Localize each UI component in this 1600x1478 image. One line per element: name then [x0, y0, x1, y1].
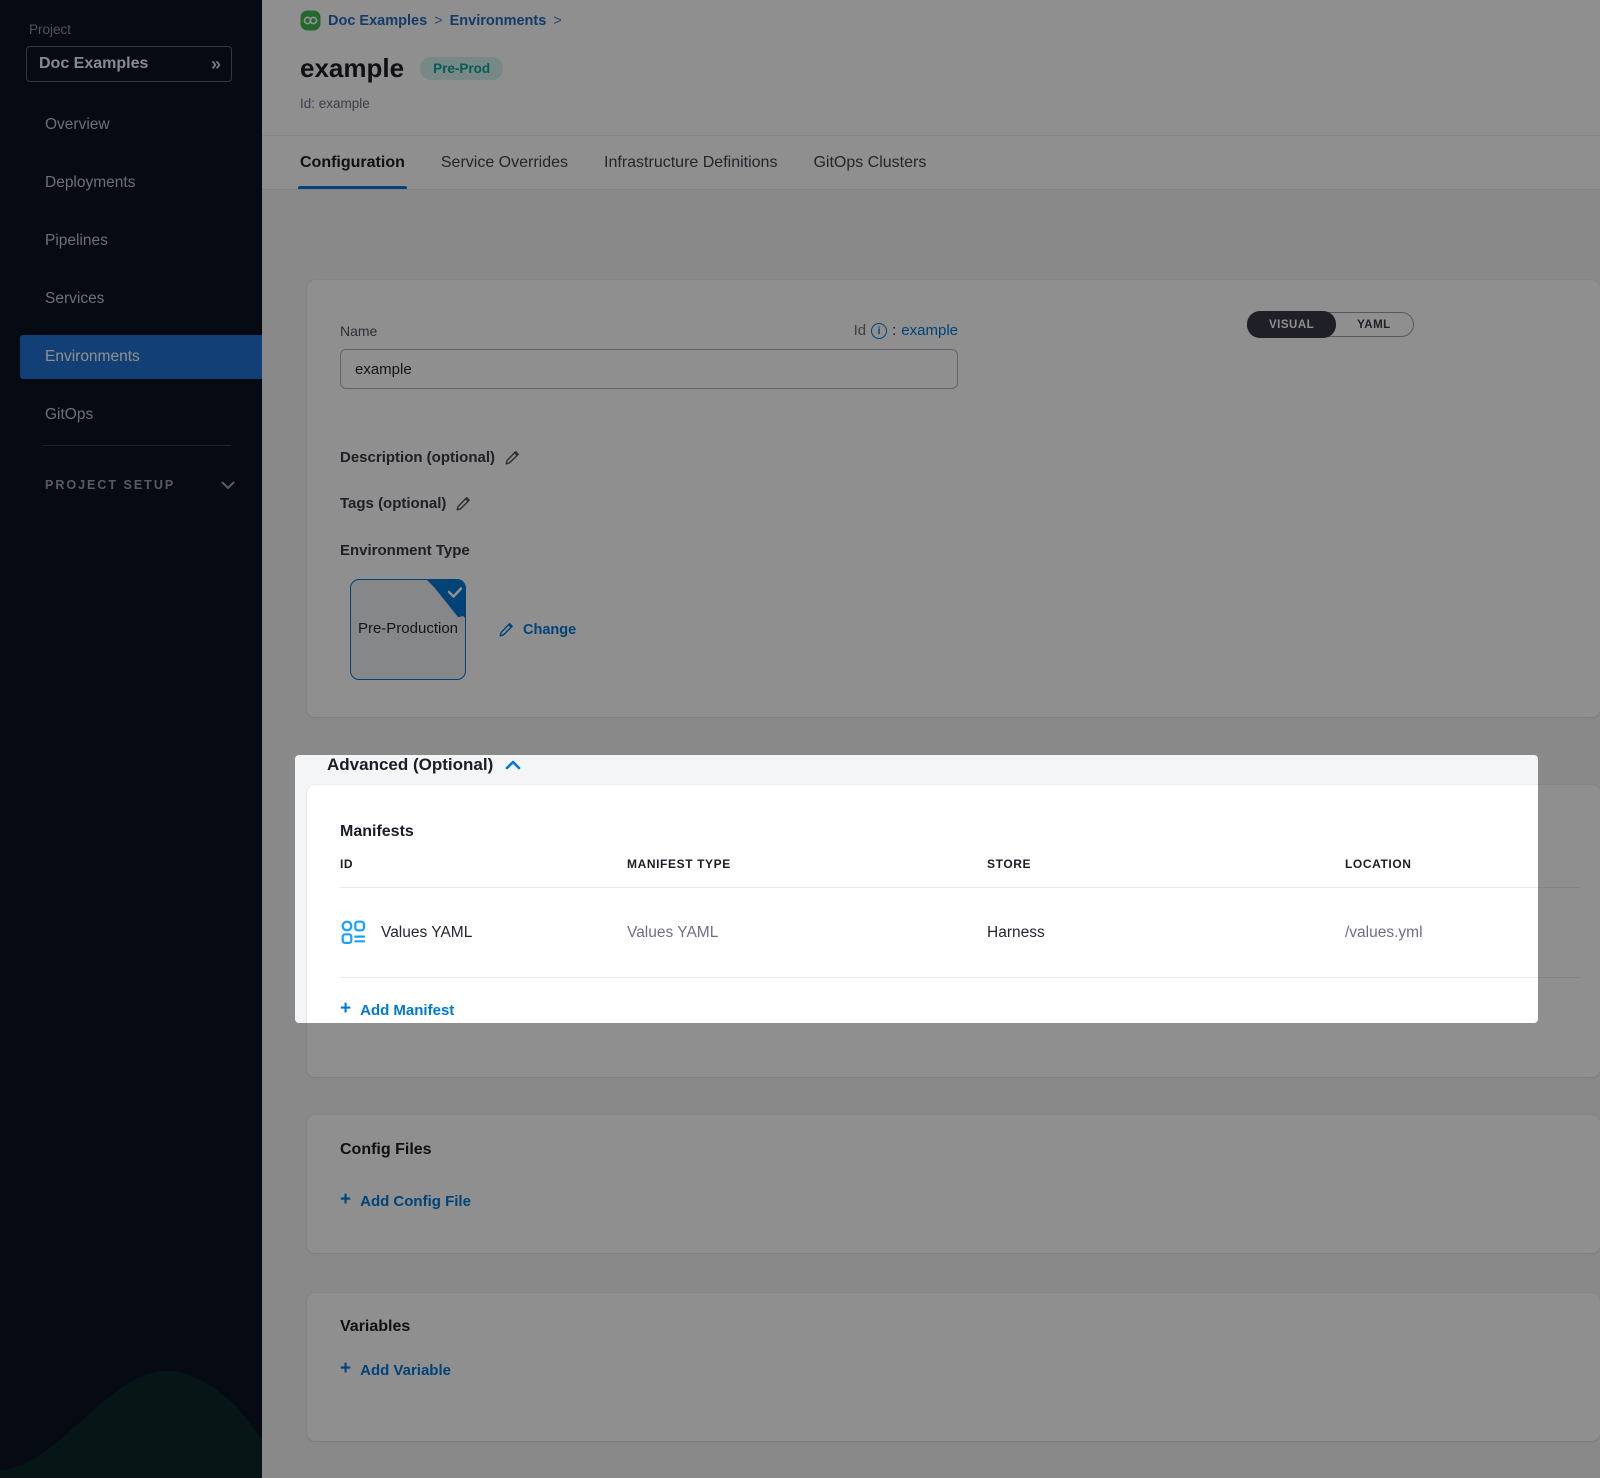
sidebar-item-pipelines[interactable]: Pipelines — [0, 219, 262, 263]
sidebar-item-overview[interactable]: Overview — [0, 103, 262, 147]
manifests-title: Manifests — [340, 823, 1600, 841]
variables-title: Variables — [340, 1318, 1600, 1336]
manifest-id-text: Values YAML — [381, 924, 472, 942]
title-row: example Pre-Prod — [300, 53, 1600, 84]
values-yaml-icon — [340, 919, 367, 946]
project-setup-toggle[interactable]: PROJECT SETUP — [45, 478, 235, 492]
tags-label: Tags (optional) — [340, 495, 446, 512]
breadcrumb-separator: > — [553, 13, 561, 29]
entity-id: Id: example — [300, 96, 1600, 111]
plus-icon: + — [340, 1358, 351, 1380]
double-chevron-icon: » — [211, 54, 219, 75]
info-icon[interactable]: i — [871, 323, 887, 339]
selected-check-icon — [426, 579, 466, 619]
sidebar: Project Doc Examples » Overview Deployme… — [0, 0, 262, 1478]
manifest-id-cell[interactable]: Values YAML — [340, 919, 627, 946]
description-row[interactable]: Description (optional) — [340, 449, 1600, 466]
id-inline: Id i : example — [854, 322, 958, 339]
id-colon: : — [892, 322, 896, 339]
chevron-up-icon — [505, 760, 521, 770]
advanced-title: Advanced (Optional) — [327, 755, 493, 775]
config-files-card: Config Files + Add Config File — [307, 1115, 1600, 1253]
breadcrumb: Doc Examples > Environments > — [300, 10, 1600, 31]
sidebar-item-gitops[interactable]: GitOps — [0, 393, 262, 437]
edit-pencil-icon[interactable] — [504, 449, 521, 466]
name-input[interactable] — [340, 349, 958, 389]
content-area: VISUAL YAML Name Id i : example Descript… — [262, 280, 1600, 1478]
manifests-card: Manifests ID MANIFEST TYPE STORE LOCATIO… — [307, 785, 1600, 1077]
manifest-type-cell[interactable]: Values YAML — [627, 924, 987, 942]
sidebar-wave-decoration — [0, 1318, 262, 1478]
add-manifest-label: Add Manifest — [360, 1002, 454, 1019]
tab-configuration[interactable]: Configuration — [300, 136, 405, 189]
add-variable-label: Add Variable — [360, 1362, 451, 1379]
tab-infrastructure-definitions[interactable]: Infrastructure Definitions — [604, 136, 777, 189]
breadcrumb-environments[interactable]: Environments — [450, 13, 547, 29]
tags-row[interactable]: Tags (optional) — [340, 495, 1600, 512]
project-label: Project — [29, 22, 71, 37]
sidebar-nav: Overview Deployments Pipelines Services … — [0, 103, 262, 437]
page-header: Doc Examples > Environments > example Pr… — [262, 0, 1600, 135]
col-store: STORE — [987, 857, 1345, 871]
manifests-table-header: ID MANIFEST TYPE STORE LOCATION — [340, 857, 1600, 871]
project-icon — [300, 10, 321, 31]
description-label: Description (optional) — [340, 449, 495, 466]
tab-service-overrides[interactable]: Service Overrides — [441, 136, 568, 189]
col-id: ID — [340, 857, 627, 871]
add-manifest-button[interactable]: + Add Manifest — [340, 1000, 1600, 1020]
col-manifest-type: MANIFEST TYPE — [627, 857, 987, 871]
id-word: Id — [854, 322, 867, 339]
environment-type-label: Environment Type — [340, 542, 1600, 559]
name-label: Name — [340, 323, 377, 339]
project-name: Doc Examples — [39, 55, 148, 73]
advanced-section-toggle[interactable]: Advanced (Optional) — [327, 755, 1600, 775]
sidebar-item-environments[interactable]: Environments — [20, 335, 262, 379]
manifest-store-cell: Harness — [987, 924, 1345, 942]
manifest-table-row[interactable]: Values YAML Values YAML Harness /values.… — [340, 888, 1600, 977]
env-type-card-preproduction[interactable]: Pre-Production — [350, 579, 466, 680]
add-config-file-button[interactable]: + Add Config File — [340, 1191, 1600, 1211]
table-divider — [340, 977, 1580, 978]
environment-form-card: Name Id i : example Description (optiona… — [307, 280, 1600, 717]
breadcrumb-project[interactable]: Doc Examples — [328, 13, 427, 29]
sidebar-item-services[interactable]: Services — [0, 277, 262, 321]
config-files-title: Config Files — [340, 1141, 1600, 1159]
project-setup-label: PROJECT SETUP — [45, 478, 175, 492]
add-variable-button[interactable]: + Add Variable — [340, 1360, 1600, 1380]
id-value-link[interactable]: example — [901, 322, 958, 339]
env-type-badge: Pre-Prod — [420, 57, 503, 80]
breadcrumb-separator: > — [434, 13, 442, 29]
edit-pencil-icon[interactable] — [455, 495, 472, 512]
main-area: Doc Examples > Environments > example Pr… — [262, 0, 1600, 1478]
edit-pencil-icon — [498, 621, 515, 638]
variables-card: Variables + Add Variable — [307, 1293, 1600, 1441]
project-selector[interactable]: Doc Examples » — [26, 46, 232, 82]
chevron-down-icon — [221, 481, 235, 490]
env-type-card-label: Pre-Production — [358, 618, 458, 641]
name-row: Name Id i : example — [340, 322, 958, 339]
toggle-visual[interactable]: VISUAL — [1247, 311, 1336, 338]
tab-bar: Configuration Service Overrides Infrastr… — [262, 135, 1600, 190]
app-root: Project Doc Examples » Overview Deployme… — [0, 0, 1600, 1478]
visual-yaml-toggle: VISUAL YAML — [1247, 312, 1414, 337]
col-location: LOCATION — [1345, 857, 1600, 871]
sidebar-item-deployments[interactable]: Deployments — [0, 161, 262, 205]
environment-type-row: Pre-Production Change — [350, 579, 1600, 680]
plus-icon: + — [340, 1189, 351, 1211]
change-env-type-link[interactable]: Change — [498, 621, 576, 638]
add-config-file-label: Add Config File — [360, 1193, 471, 1210]
toggle-yaml[interactable]: YAML — [1335, 312, 1413, 337]
sidebar-divider — [43, 445, 231, 446]
change-label: Change — [523, 622, 576, 638]
page-title: example — [300, 53, 404, 84]
tab-gitops-clusters[interactable]: GitOps Clusters — [813, 136, 926, 189]
plus-icon: + — [340, 998, 351, 1020]
manifest-location-cell[interactable]: /values.yml — [1345, 924, 1600, 942]
